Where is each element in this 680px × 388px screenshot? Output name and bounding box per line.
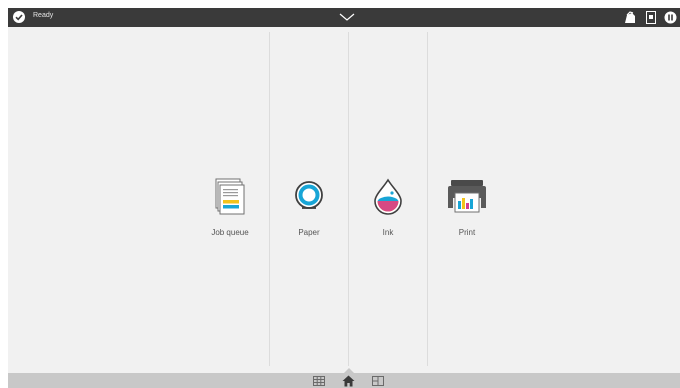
tile-divider — [269, 32, 270, 366]
tile-label: Paper — [298, 228, 320, 237]
grid-view-icon[interactable] — [313, 376, 325, 386]
paper-roll-icon — [295, 181, 323, 209]
top-status-bar: Ready — [8, 8, 680, 27]
printer-icon — [448, 180, 486, 213]
tile-paper[interactable]: Paper — [279, 177, 339, 237]
tile-print[interactable]: Print — [437, 177, 497, 237]
tile-ink[interactable]: Ink — [358, 177, 418, 237]
tile-divider — [427, 32, 428, 366]
bottom-nav-bar — [8, 373, 680, 388]
pause-icon[interactable] — [664, 10, 677, 25]
status-text[interactable]: Ready — [33, 12, 53, 19]
chevron-down-icon[interactable] — [339, 13, 355, 22]
printer-home-screen: Ready Job queue Paper Ink Print — [8, 8, 680, 388]
tile-divider — [348, 32, 349, 366]
tile-label: Print — [458, 228, 476, 237]
split-view-icon[interactable] — [372, 376, 384, 386]
tile-label: Job queue — [211, 228, 249, 237]
toner-icon[interactable] — [624, 10, 637, 25]
home-icon[interactable] — [342, 375, 355, 387]
tile-job-queue[interactable]: Job queue — [200, 177, 260, 237]
tile-label: Ink — [382, 228, 394, 237]
document-icon[interactable] — [645, 10, 657, 25]
ink-drop-icon — [374, 178, 402, 215]
job-queue-icon — [215, 178, 245, 215]
check-circle-icon[interactable] — [13, 11, 25, 23]
